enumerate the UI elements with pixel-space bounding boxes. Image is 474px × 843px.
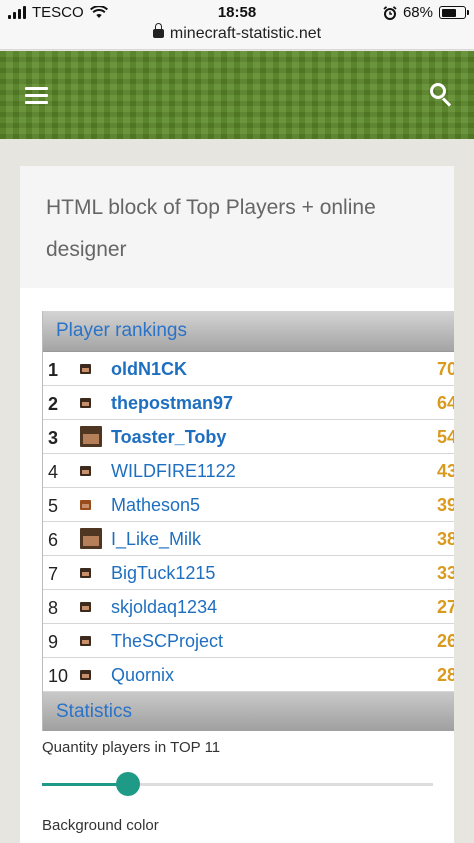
player-avatar-icon [80,568,91,578]
battery-percent: 68% [402,4,433,21]
rank-number: 8 [48,598,59,618]
ranking-row: 5 Matheson5 39 [43,488,454,522]
battery-icon [439,6,469,19]
player-score: 38 [437,529,454,549]
ranking-row: 7 BigTuck1215 33 [43,556,454,590]
quantity-players-slider[interactable] [42,771,433,797]
player-name-link[interactable]: skjoldaq1234 [111,597,217,618]
rank-number: 7 [48,564,59,584]
hamburger-menu-icon[interactable] [25,87,48,104]
player-score: 54 [437,427,454,447]
player-name-link[interactable]: I_Like_Milk [111,529,201,550]
lock-icon [152,23,164,38]
player-name-link[interactable]: oldN1CK [111,359,187,380]
player-avatar-icon [80,364,91,374]
background-color-label: Background color [42,817,159,834]
url-text: minecraft-statistic.net [169,25,322,42]
player-score: 26 [437,631,454,651]
player-name-link[interactable]: Toaster_Toby [111,427,226,448]
rank-number: 9 [48,632,59,652]
rank-number: 10 [48,666,69,686]
alarm-icon [383,5,397,20]
page-title: HTML block of Top Players + online desig… [46,196,376,261]
player-score: 70 [437,359,454,379]
player-name-link[interactable]: thepostman97 [111,393,233,414]
player-avatar-icon [80,398,91,408]
quantity-players-label: Quantity players in TOP 11 [42,739,221,756]
player-score: 33 [437,563,454,583]
slider-thumb[interactable] [116,772,141,796]
player-name-link[interactable]: WILDFIRE1122 [111,461,236,482]
player-name-link[interactable]: TheSCProject [111,631,223,652]
player-avatar-icon [80,466,91,476]
player-name-link[interactable]: Matheson5 [111,495,200,516]
card-header: HTML block of Top Players + online desig… [20,166,454,288]
player-avatar-icon [80,528,102,549]
rank-number: 1 [48,360,59,380]
player-score: 39 [437,495,454,515]
statistics-heading: Statistics [43,692,454,731]
ranking-row: 9 TheSCProject 26 [43,624,454,658]
player-score: 64 [437,393,454,413]
ranking-row: 2 thepostman97 64 [43,386,454,420]
ranking-row: 10 Quornix 28 [43,658,454,692]
rank-number: 4 [48,462,59,482]
address-bar[interactable]: minecraft-statistic.net [0,23,474,43]
player-avatar-icon [80,636,91,646]
player-avatar-icon [80,602,91,612]
site-header [0,51,474,139]
player-score: 28 [437,665,454,685]
rank-number: 2 [48,394,59,414]
ranking-row: 3 Toaster_Toby 54 [43,420,454,454]
ranking-row: 8 skjoldaq1234 27 [43,590,454,624]
rank-number: 6 [48,530,59,550]
rank-number: 3 [48,428,59,448]
player-score: 43 [437,461,454,481]
player-avatar-icon [80,500,91,510]
rankings-heading: Player rankings [43,311,454,351]
ranking-row: 1 oldN1CK 70 [43,352,454,386]
rankings-table: 1oldN1CK702thepostman97643Toaster_Toby54… [43,351,454,692]
player-name-link[interactable]: Quornix [111,665,174,686]
ranking-row: 4 WILDFIRE1122 43 [43,454,454,488]
player-avatar-icon [80,426,102,447]
player-name-link[interactable]: BigTuck1215 [111,563,215,584]
rank-number: 5 [48,496,59,516]
player-avatar-icon [80,670,91,680]
player-score: 27 [437,597,454,617]
search-icon[interactable] [430,83,454,107]
top-players-widget: Player rankings 1 oldN1CK 70 2 thepostman97 6… [42,311,454,731]
status-bar: TESCO 18:58 68% minecraft-statistic.net [0,0,474,50]
ranking-row: 6 I_Like_Milk 38 [43,522,454,556]
content-card: HTML block of Top Players + online desig… [20,166,454,843]
